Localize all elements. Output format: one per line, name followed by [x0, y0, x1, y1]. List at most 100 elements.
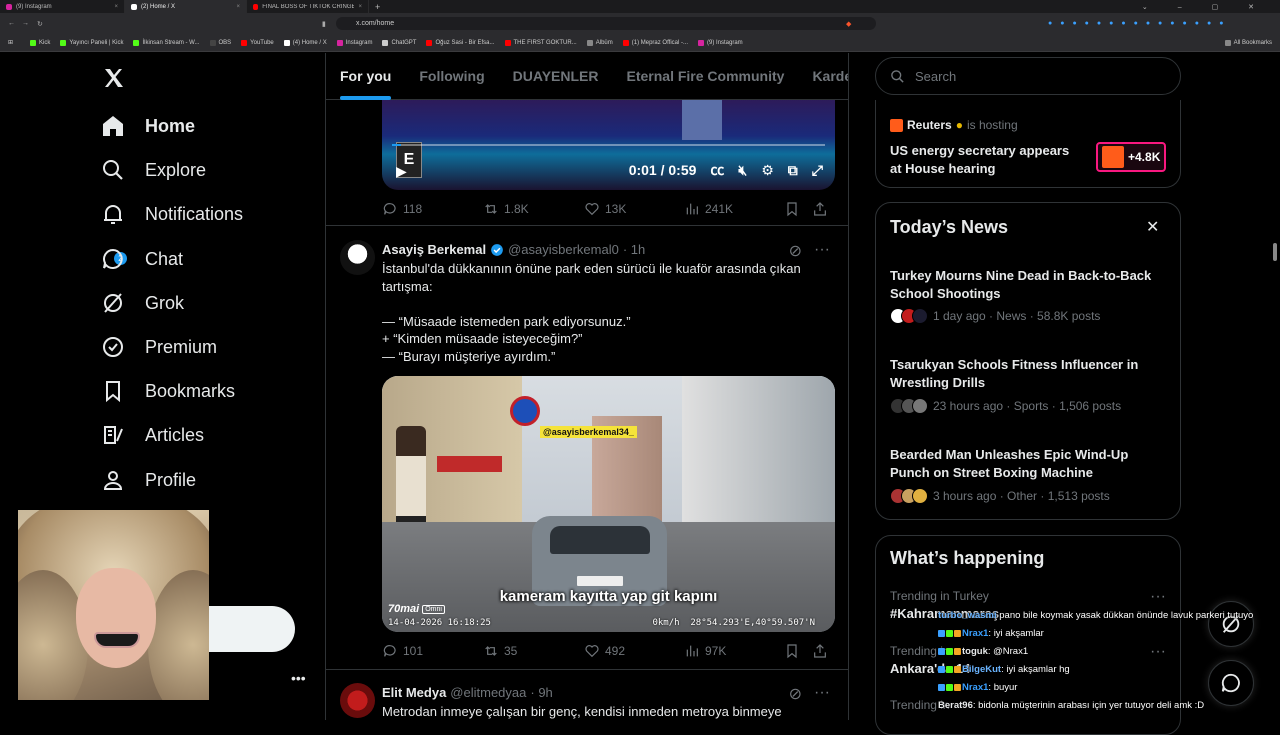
- post-button[interactable]: [200, 606, 295, 652]
- video-player[interactable]: E ▶ 0:01 / 0:59 ㏄ 🔇︎ ⚙ ⧉ ⤢: [382, 100, 835, 190]
- reload-icon[interactable]: ↻: [37, 20, 43, 28]
- reply-button[interactable]: 101: [382, 643, 483, 659]
- fullscreen-icon[interactable]: ⤢: [812, 162, 823, 179]
- news-headline[interactable]: Bearded Man Unleashes Epic Wind-Up Punch…: [890, 446, 1160, 481]
- new-tab-icon[interactable]: +: [375, 2, 380, 12]
- more-icon[interactable]: ···: [1150, 588, 1166, 606]
- bookmark-item[interactable]: (1) Mepraz Offical -...: [622, 39, 688, 46]
- all-bookmarks[interactable]: All Bookmarks: [1224, 39, 1272, 46]
- url-field[interactable]: x.com/home: [336, 17, 876, 30]
- share-icon[interactable]: [812, 201, 828, 217]
- video-progress-bar[interactable]: [392, 144, 825, 146]
- bookmark-icon[interactable]: [784, 201, 800, 217]
- image-shop-sign: [437, 456, 502, 472]
- post-time[interactable]: · 1h: [623, 242, 645, 257]
- back-icon[interactable]: ←: [8, 20, 15, 27]
- more-icon[interactable]: ···: [814, 241, 830, 261]
- bookmark-item[interactable]: Oğuz Sasi - Bir Efsa...: [426, 39, 495, 46]
- tab-eternal-fire[interactable]: Eternal Fire Community: [613, 53, 799, 100]
- headline-line: Tsarukyan Schools Fitness Influencer in: [890, 357, 1139, 372]
- close-tab-icon[interactable]: ×: [236, 4, 240, 10]
- like-button[interactable]: 13K: [584, 201, 684, 217]
- news-headline[interactable]: Turkey Mourns Nine Dead in Back-to-Back …: [890, 267, 1160, 302]
- bookmark-item[interactable]: Yayıncı Paneli | Kick: [60, 39, 123, 46]
- badge-icon: [954, 665, 961, 673]
- bookmark-item[interactable]: OBS: [209, 39, 231, 46]
- post-time[interactable]: · 9h: [530, 685, 552, 700]
- share-icon[interactable]: [812, 643, 828, 659]
- nav-profile[interactable]: Profile: [101, 468, 196, 492]
- tab-for-you[interactable]: For you: [326, 53, 405, 100]
- settings-gear-icon[interactable]: ⚙: [761, 162, 774, 179]
- extensions-icons[interactable]: ●●●●●●●●●●●●●●●: [1048, 20, 1231, 27]
- author-name[interactable]: Elit Medya: [382, 685, 446, 700]
- reply-button[interactable]: 118: [382, 201, 483, 217]
- more-options-icon[interactable]: •••: [291, 670, 306, 686]
- pip-icon[interactable]: ⧉: [788, 162, 798, 179]
- nav-label: Profile: [145, 469, 197, 490]
- video-progress-fill: [392, 144, 401, 146]
- tab-kardesler[interactable]: Kardeşler Ku: [798, 53, 848, 100]
- browser-tab-instagram[interactable]: (9) Instagram ×: [0, 0, 125, 13]
- mute-icon[interactable]: 🔇︎: [738, 162, 747, 179]
- dashcam-brand: 70mai Omni: [388, 603, 445, 615]
- captions-icon[interactable]: ㏄: [710, 160, 724, 180]
- author-name[interactable]: Asayiş Berkemal: [382, 242, 486, 257]
- bookmark-item[interactable]: THE FIRST GOKTUR...: [504, 39, 577, 46]
- close-icon[interactable]: ✕: [1146, 217, 1159, 237]
- bookmark-label: Instagram: [345, 39, 373, 46]
- author-handle[interactable]: @asayisberkemal0: [508, 242, 619, 257]
- search-input[interactable]: Search: [875, 57, 1181, 95]
- apps-icon[interactable]: ⊞: [8, 39, 13, 46]
- nav-grok[interactable]: Grok: [101, 291, 184, 315]
- bookmark-item[interactable]: YouTube: [241, 39, 274, 46]
- like-button[interactable]: 492: [584, 643, 684, 659]
- bookmark-icon[interactable]: [784, 643, 800, 659]
- nav-explore[interactable]: Explore: [101, 158, 206, 182]
- bookmark-item[interactable]: (4) Home / X: [283, 39, 327, 46]
- nav-bookmarks[interactable]: Bookmarks: [101, 379, 235, 403]
- more-icon[interactable]: ···: [814, 684, 830, 704]
- bookmark-item[interactable]: Albüm: [586, 39, 613, 46]
- close-tab-icon[interactable]: ×: [358, 4, 362, 10]
- bookmark-page-icon[interactable]: ▮: [322, 20, 326, 28]
- nav-home[interactable]: Home: [101, 114, 195, 138]
- views-button[interactable]: 97K: [684, 643, 784, 659]
- grok-icon[interactable]: ⊘: [789, 684, 802, 704]
- repost-button[interactable]: 1.8K: [483, 201, 584, 217]
- news-avatars: [890, 308, 928, 324]
- bookmark-item[interactable]: İlkinsan Stream - W...: [133, 39, 200, 46]
- repost-button[interactable]: 35: [483, 643, 584, 659]
- nav-notifications[interactable]: Notifications: [101, 202, 243, 226]
- page-scrollbar[interactable]: [1272, 55, 1278, 720]
- scrollbar-thumb[interactable]: [1273, 243, 1277, 261]
- views-button[interactable]: 241K: [684, 201, 784, 217]
- headline-line: Wrestling Drills: [890, 374, 986, 390]
- bookmark-item[interactable]: Instagram: [336, 39, 373, 46]
- nav-articles[interactable]: Articles: [101, 423, 204, 447]
- tab-following[interactable]: Following: [405, 53, 498, 100]
- bookmark-item[interactable]: ChatGPT: [382, 39, 416, 46]
- nav-premium[interactable]: Premium: [101, 335, 217, 359]
- tab-duayenler[interactable]: DUAYENLER: [499, 53, 613, 100]
- browser-tab-x-home[interactable]: (2) Home / X ×: [125, 0, 247, 13]
- author-handle[interactable]: @elitmedyaa: [450, 685, 526, 700]
- close-tab-icon[interactable]: ×: [114, 4, 118, 10]
- live-title-line: at House hearing: [890, 160, 996, 176]
- kick-icon: [133, 39, 140, 46]
- avatar[interactable]: [340, 240, 375, 275]
- window-controls[interactable]: ⌄ – ▢ ✕: [1142, 3, 1268, 11]
- x-logo-icon[interactable]: [102, 66, 126, 90]
- grok-icon[interactable]: ⊘: [789, 241, 802, 261]
- news-headline[interactable]: Tsarukyan Schools Fitness Influencer in …: [890, 356, 1160, 391]
- live-listeners-button[interactable]: +4.8K: [1096, 142, 1166, 172]
- bookmark-item[interactable]: Kick: [30, 39, 50, 46]
- badge-icon: [938, 647, 945, 655]
- brave-shield-icon[interactable]: ◆: [846, 20, 851, 28]
- browser-tab-youtube[interactable]: FINAL BOSS OF TIKTOK CRINGE - Yo ×: [247, 0, 369, 13]
- avatar[interactable]: [340, 683, 375, 718]
- bookmark-item[interactable]: (9) Instagram: [698, 39, 743, 46]
- forward-icon[interactable]: →: [22, 20, 29, 27]
- nav-chat[interactable]: Chat: [101, 247, 183, 271]
- post-image[interactable]: @asayisberkemal34_ kameram kayıtta yap g…: [382, 376, 835, 632]
